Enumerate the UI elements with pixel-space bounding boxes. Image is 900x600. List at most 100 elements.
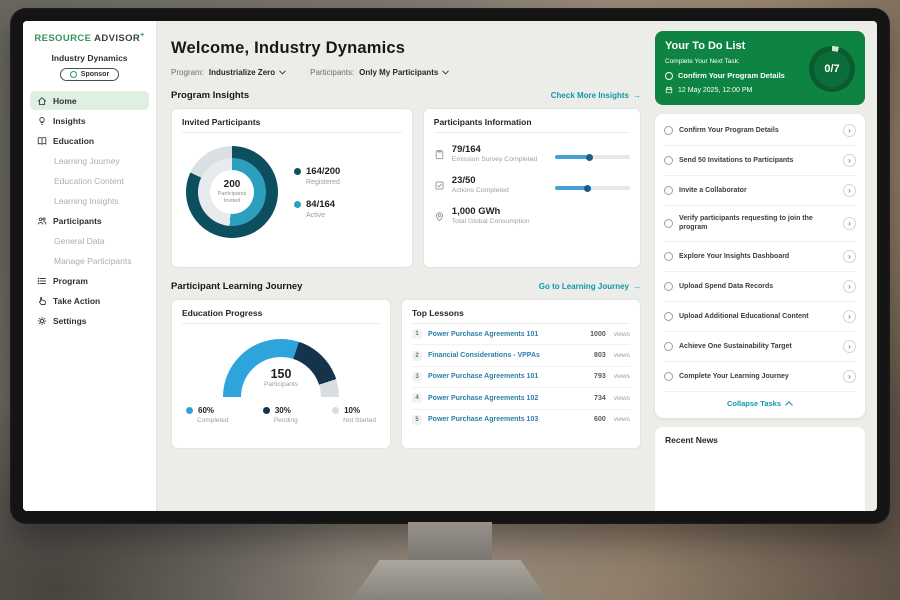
task-checkbox[interactable]: [665, 72, 673, 80]
task-checkbox[interactable]: [664, 156, 673, 165]
task-checkbox[interactable]: [664, 126, 673, 135]
task-checkbox[interactable]: [664, 252, 673, 261]
sidebar-item-label: Take Action: [53, 296, 100, 306]
brand-plus: +: [140, 32, 145, 39]
next-task[interactable]: Confirm Your Program Details: [665, 71, 803, 80]
todo-task-row[interactable]: Complete Your Learning Journey ›: [664, 362, 856, 392]
location-pin-icon: [434, 211, 445, 222]
sponsor-badge[interactable]: Sponsor: [60, 68, 119, 81]
program-filter-label: Program:: [171, 68, 204, 77]
check-more-insights-link[interactable]: Check More Insights →: [551, 91, 641, 100]
sidebar-item-education[interactable]: Education: [30, 131, 149, 150]
todo-progress-value: 0/7: [824, 63, 839, 75]
lesson-views: 600: [594, 416, 606, 423]
clipboard-icon: [434, 149, 445, 160]
sidebar-item-education-content[interactable]: Education Content: [30, 171, 149, 190]
sidebar-item-learning-insights[interactable]: Learning Insights: [30, 191, 149, 210]
task-checkbox[interactable]: [664, 342, 673, 351]
lesson-views-unit: views: [614, 352, 630, 359]
lesson-link[interactable]: Power Purchase Agreements 102: [428, 395, 588, 402]
home-icon: [37, 96, 47, 106]
learning-journey-header: Participant Learning Journey Go to Learn…: [171, 281, 641, 292]
todo-task-row[interactable]: Achieve One Sustainability Target ›: [664, 332, 856, 362]
participants-filter: Participants: Only My Participants: [310, 68, 449, 77]
sidebar-item-insights[interactable]: Insights: [30, 111, 149, 130]
program-filter-value: Industrialize Zero: [209, 68, 275, 77]
lesson-views: 734: [594, 395, 606, 402]
todo-task-row[interactable]: Upload Spend Data Records ›: [664, 272, 856, 302]
task-checkbox[interactable]: [664, 312, 673, 321]
stat-value: 79/164: [452, 144, 548, 155]
lesson-rank: 2: [412, 351, 422, 361]
hand-icon: [37, 296, 47, 306]
task-checkbox[interactable]: [664, 372, 673, 381]
task-checkbox[interactable]: [664, 219, 673, 228]
gauge-legend: 60% Completed 30% Pending: [182, 406, 380, 424]
lesson-row: 1 Power Purchase Agreements 101 1000 vie…: [412, 324, 630, 345]
lesson-row: 2 Financial Considerations - VPPAs 803 v…: [412, 345, 630, 366]
task-open-button[interactable]: ›: [843, 250, 856, 263]
recent-news-section: Recent News: [655, 427, 865, 511]
lesson-link[interactable]: Financial Considerations - VPPAs: [428, 352, 588, 359]
monitor-stand-base: [352, 560, 548, 600]
todo-task-row[interactable]: Verify participants requesting to join t…: [664, 206, 856, 242]
todo-task-row[interactable]: Confirm Your Program Details ›: [664, 116, 856, 146]
todo-task-row[interactable]: Invite a Collaborator ›: [664, 176, 856, 206]
progress-bar: [555, 186, 630, 190]
legend-value: 60%: [198, 406, 214, 415]
stat-label: Total Global Consumption: [452, 218, 548, 226]
todo-task-row[interactable]: Explore Your Insights Dashboard ›: [664, 242, 856, 272]
task-open-button[interactable]: ›: [843, 154, 856, 167]
legend-value: 84/164: [306, 199, 335, 210]
task-label: Explore Your Insights Dashboard: [679, 252, 837, 261]
brand-logo: RESOURCE ADVISOR+: [23, 32, 156, 44]
task-checkbox[interactable]: [664, 186, 673, 195]
todo-task-row[interactable]: Upload Additional Educational Content ›: [664, 302, 856, 332]
sidebar-item-general-data[interactable]: General Data: [30, 231, 149, 250]
legend-label: Completed: [197, 417, 228, 424]
todo-summary-card: Your To Do List Complete Your Next Task:…: [655, 31, 865, 105]
sidebar-item-learning-journey[interactable]: Learning Journey: [30, 151, 149, 170]
link-label: Go to Learning Journey: [539, 282, 629, 291]
lesson-views: 803: [594, 352, 606, 359]
task-open-button[interactable]: ›: [843, 217, 856, 230]
donut-center-value: 200: [224, 179, 241, 190]
lesson-link[interactable]: Power Purchase Agreements 101: [428, 373, 588, 380]
book-icon: [37, 136, 47, 146]
task-open-button[interactable]: ›: [843, 280, 856, 293]
task-checkbox[interactable]: [664, 282, 673, 291]
task-label: Complete Your Learning Journey: [679, 372, 837, 381]
insights-cards-row: Invited Participants 200 Participants In…: [171, 108, 641, 268]
sidebar-item-participants[interactable]: Participants: [30, 211, 149, 230]
lesson-link[interactable]: Power Purchase Agreements 101: [428, 331, 584, 338]
legend-value: 10%: [344, 406, 360, 415]
program-filter-dropdown[interactable]: Industrialize Zero: [209, 68, 286, 77]
recent-news-title: Recent News: [665, 435, 718, 445]
sidebar-item-manage-participants[interactable]: Manage Participants: [30, 251, 149, 270]
legend-label: Not Started: [343, 417, 376, 424]
task-open-button[interactable]: ›: [843, 310, 856, 323]
collapse-tasks-button[interactable]: Collapse Tasks: [664, 392, 856, 416]
lesson-views-unit: views: [614, 331, 630, 338]
section-title: Program Insights: [171, 90, 249, 101]
sidebar-item-program[interactable]: Program: [30, 271, 149, 290]
todo-task-row[interactable]: Send 50 Invitations to Participants ›: [664, 146, 856, 176]
todo-progress-ring: 0/7: [809, 46, 855, 92]
sidebar-item-home[interactable]: Home: [30, 91, 149, 110]
todo-task-list: Confirm Your Program Details › Send 50 I…: [655, 114, 865, 418]
task-open-button[interactable]: ›: [843, 370, 856, 383]
sidebar-item-take-action[interactable]: Take Action: [30, 291, 149, 310]
task-open-button[interactable]: ›: [843, 340, 856, 353]
go-to-learning-journey-link[interactable]: Go to Learning Journey →: [539, 282, 641, 291]
stat-value: 1,000 GWh: [452, 206, 548, 217]
task-open-button[interactable]: ›: [843, 184, 856, 197]
task-label: Achieve One Sustainability Target: [679, 342, 837, 351]
arrow-right-icon: →: [633, 91, 641, 100]
sidebar-item-settings[interactable]: Settings: [30, 311, 149, 330]
education-progress-card: Education Progress 150 Participants: [171, 299, 391, 449]
participants-filter-dropdown[interactable]: Only My Participants: [359, 68, 449, 77]
lesson-link[interactable]: Power Purchase Agreements 103: [428, 416, 588, 423]
task-open-button[interactable]: ›: [843, 124, 856, 137]
lesson-views-unit: views: [614, 395, 630, 402]
brand-word-1: RESOURCE: [34, 33, 91, 44]
